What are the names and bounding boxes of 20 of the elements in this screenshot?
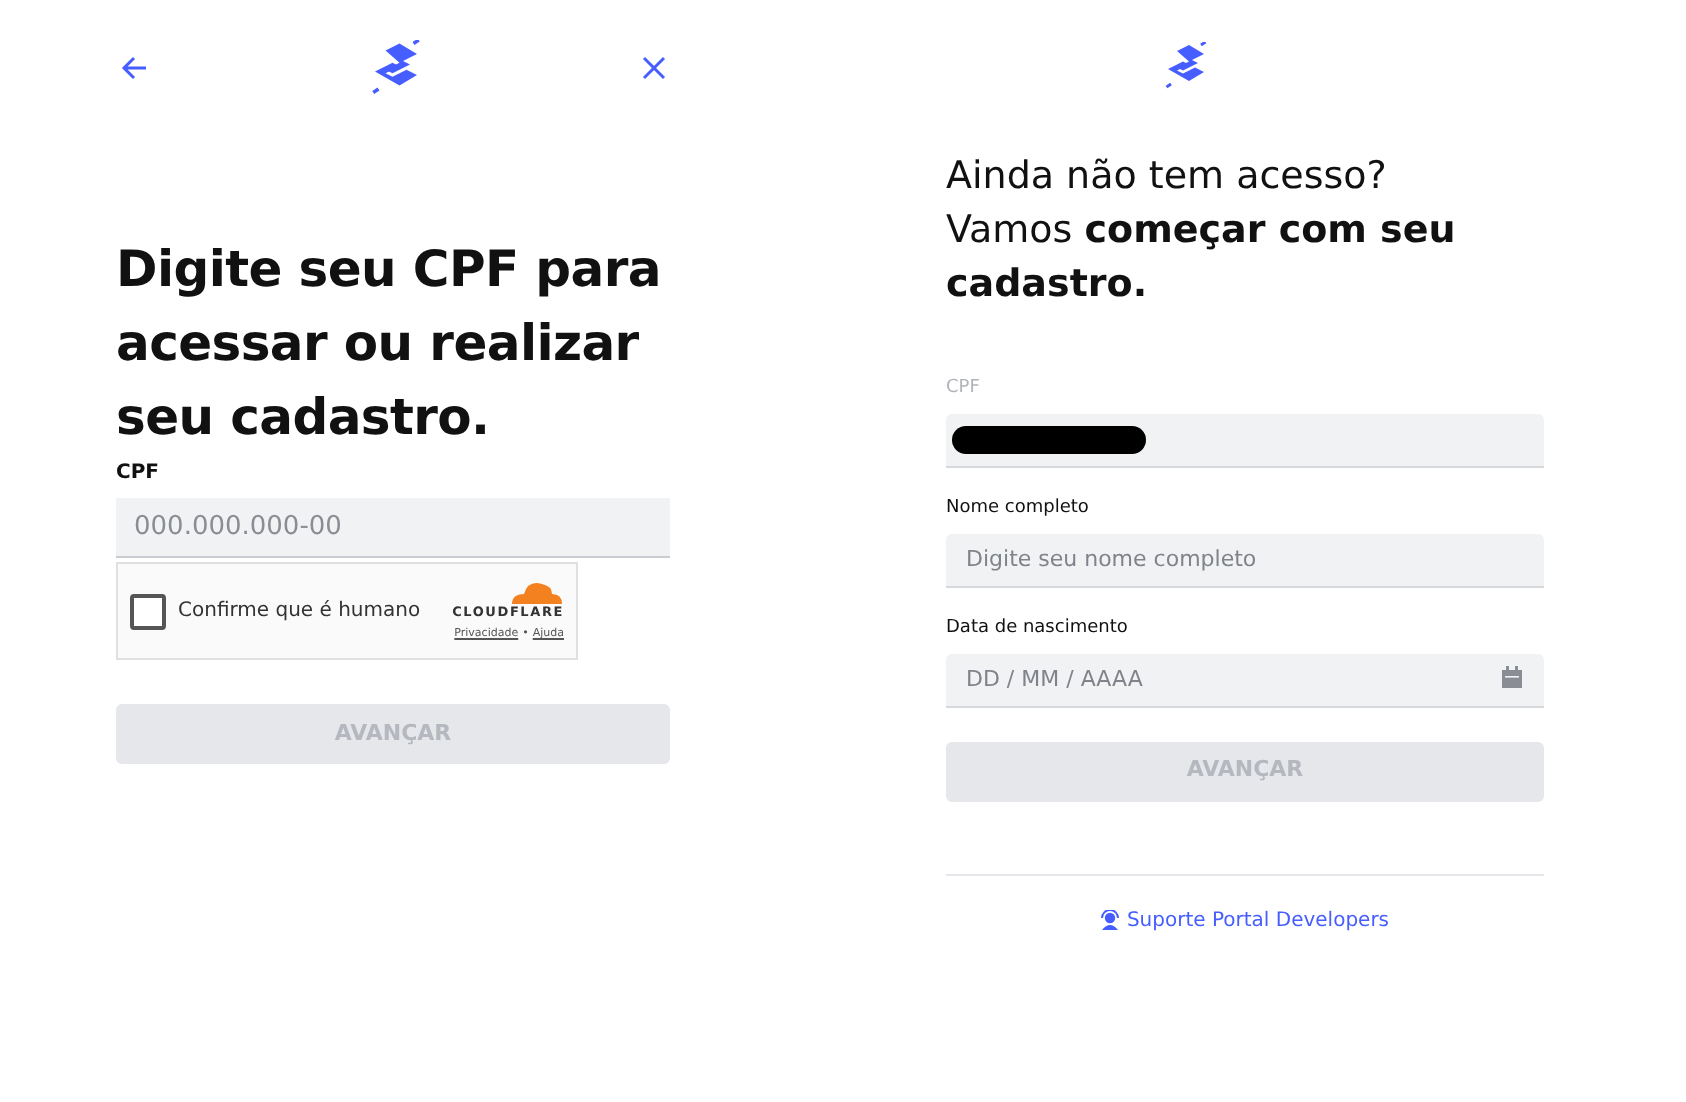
field-label: Nome completo (946, 495, 1091, 521)
support-agent-icon (1100, 910, 1121, 930)
text-field[interactable]: Digite seu nome completo (946, 533, 1544, 587)
calendar-icon[interactable] (1500, 666, 1524, 690)
cpf-field[interactable]: 000.000.000-00 (116, 498, 670, 558)
support-link[interactable]: Suporte Portal Developers (1100, 905, 1390, 935)
date-field[interactable]: DD / MM / AAAA (946, 653, 1544, 707)
back-arrow-icon[interactable] (120, 54, 148, 82)
field-label: CPF (116, 460, 161, 488)
heading-text: Vamos começar com seu cadastro. (946, 206, 1458, 310)
heading-line: Ainda não tem acesso? (946, 152, 1389, 202)
close-icon[interactable] (642, 56, 666, 80)
page-title: Digite seu CPF para acessar ou realizar seu cadastro. (116, 238, 663, 450)
field-label: CPF (946, 376, 982, 402)
field-label: Data de nascimento (946, 615, 1130, 641)
captcha-label: Confirme que é humano (178, 598, 421, 626)
bank-logo-icon (1162, 42, 1210, 90)
cloud-icon (508, 579, 564, 603)
captcha-checkbox[interactable] (130, 593, 166, 629)
bank-logo-icon (367, 40, 423, 96)
